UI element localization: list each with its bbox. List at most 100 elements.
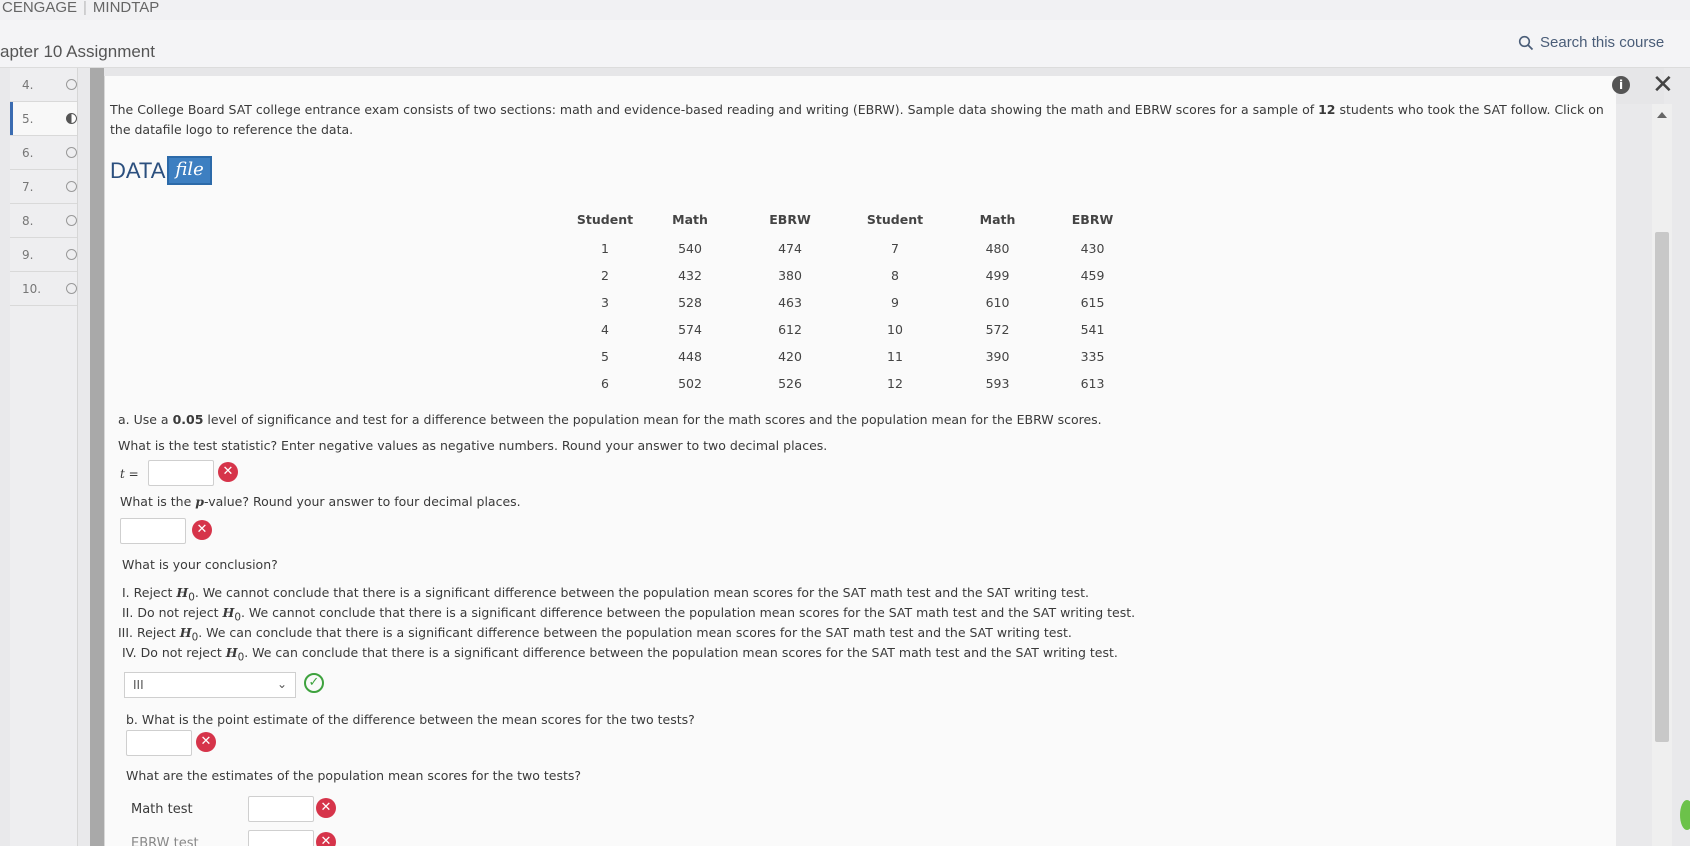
col-header: Math [672, 212, 708, 227]
empty-circle-icon [66, 181, 77, 192]
table-cell: 5 [601, 349, 609, 364]
col-header: Math [979, 212, 1016, 227]
conclusion-question: What is your conclusion? [122, 557, 278, 572]
assignment-title: apter 10 Assignment [0, 42, 155, 61]
incorrect-x-icon: ✕ [192, 520, 212, 540]
population-means-question: What are the estimates of the population… [126, 768, 582, 783]
table-cell: 541 [1080, 322, 1105, 337]
search-course-link[interactable]: Search this course [1518, 34, 1664, 51]
t-label: t = [120, 467, 139, 481]
sat-data-table: Student Math EBRW Student Math EBRW 1 540… [570, 212, 1140, 397]
table-cell: 2 [601, 268, 609, 283]
part-a-question: a. Use a 0.05 level of significance and … [118, 412, 1102, 427]
empty-circle-icon [66, 215, 77, 226]
incorrect-x-icon: ✕ [316, 832, 336, 846]
table-cell: 459 [1080, 268, 1105, 283]
datafile-file: file [167, 156, 212, 185]
conclusion-select[interactable]: III ⌄ [124, 672, 296, 698]
table-cell: 1 [601, 241, 609, 256]
table-row: 3 528 463 9 610 615 [570, 289, 1140, 316]
empty-circle-icon [66, 283, 77, 294]
brand-bar: CENGAGE | MINDTAP [0, 0, 1690, 20]
table-cell: 499 [985, 268, 1010, 283]
nav-item-5[interactable]: 5. [10, 102, 77, 136]
pvalue-question: What is the p-value? Round your answer t… [120, 494, 521, 509]
table-cell: 593 [985, 376, 1010, 391]
nav-item-9[interactable]: 9. [10, 238, 77, 272]
table-cell: 380 [778, 268, 802, 283]
table-cell: 463 [778, 295, 802, 310]
empty-circle-icon [66, 249, 77, 260]
nav-item-7[interactable]: 7. [10, 170, 77, 204]
nav-item-6[interactable]: 6. [10, 136, 77, 170]
table-cell: 12 [887, 376, 903, 391]
table-cell: 335 [1080, 349, 1105, 364]
left-scrollbar[interactable] [90, 68, 104, 846]
nav-item-10[interactable]: 10. [10, 272, 77, 306]
chevron-down-icon: ⌄ [276, 677, 287, 691]
sample-size: 12 [1318, 102, 1336, 117]
nav-item-8[interactable]: 8. [10, 204, 77, 238]
info-icon[interactable]: i [1612, 76, 1630, 94]
table-row: 6 502 526 12 593 613 [570, 370, 1140, 397]
col-header: Student [576, 212, 634, 227]
table-row: 5 448 420 11 390 335 [570, 343, 1140, 370]
datafile-logo[interactable]: DATA file [110, 156, 212, 185]
partial-circle-icon [66, 113, 77, 124]
option-iii: III. Reject H0. We can conclude that the… [118, 625, 1072, 644]
table-cell: 11 [887, 349, 903, 364]
table-cell: 9 [891, 295, 899, 310]
conclusion-selected-value: III [133, 678, 144, 692]
table-row: 4 574 612 10 572 541 [570, 316, 1140, 343]
table-cell: 420 [778, 349, 802, 364]
table-cell: 7 [891, 241, 899, 256]
close-icon[interactable]: ✕ [1652, 72, 1674, 98]
table-cell: 610 [985, 295, 1010, 310]
table-cell: 613 [1080, 376, 1105, 391]
table-cell: 480 [985, 241, 1010, 256]
ebrw-test-input[interactable] [248, 830, 314, 846]
help-bubble-icon[interactable] [1680, 800, 1690, 830]
col-header: Student [866, 212, 924, 227]
brand-cengage: CENGAGE [2, 0, 78, 16]
point-estimate-input[interactable] [126, 730, 192, 756]
option-ii: II. Do not reject H0. We cannot conclude… [122, 605, 1136, 624]
right-scrollbar[interactable] [1652, 104, 1672, 846]
table-row: 2 432 380 8 499 459 [570, 262, 1140, 289]
brand-separator: | [83, 0, 87, 16]
table-cell: 390 [985, 349, 1010, 364]
t-stat-input[interactable] [148, 460, 214, 486]
scroll-up-arrow-icon[interactable] [1657, 112, 1667, 118]
table-cell: 432 [678, 268, 702, 283]
title-bar: apter 10 Assignment Search this course [0, 20, 1690, 68]
problem-intro: The College Board SAT college entrance e… [110, 102, 1604, 137]
table-cell: 528 [678, 295, 702, 310]
option-iv: IV. Do not reject H0. We can conclude th… [122, 645, 1118, 664]
table-cell: 4 [601, 322, 609, 337]
table-cell: 474 [778, 241, 802, 256]
table-cell: 3 [601, 295, 609, 310]
table-cell: 430 [1080, 241, 1105, 256]
search-icon [1518, 35, 1534, 50]
incorrect-x-icon: ✕ [218, 462, 238, 482]
incorrect-x-icon: ✕ [316, 798, 336, 818]
scroll-thumb[interactable] [1655, 232, 1669, 742]
math-test-input[interactable] [248, 796, 314, 822]
datafile-word: DATA [110, 157, 166, 183]
col-header: EBRW [1071, 212, 1114, 227]
table-cell: 612 [778, 322, 802, 337]
table-cell: 572 [985, 322, 1010, 337]
option-i: I. Reject H0. We cannot conclude that th… [122, 585, 1089, 604]
table-cell: 574 [678, 322, 702, 337]
table-cell: 526 [778, 376, 802, 391]
alpha-value: 0.05 [172, 412, 204, 427]
col-header: EBRW [769, 212, 811, 227]
table-cell: 10 [887, 322, 903, 337]
table-cell: 540 [678, 241, 702, 256]
nav-item-4[interactable]: 4. [10, 68, 77, 102]
ebrw-test-label: EBRW test [131, 836, 199, 846]
math-test-label: Math test [131, 802, 193, 817]
pvalue-input[interactable] [120, 518, 186, 544]
table-cell: 6 [601, 376, 609, 391]
question-nav: 4. 5. 6. 7. 8. 9. 10. [10, 68, 78, 846]
